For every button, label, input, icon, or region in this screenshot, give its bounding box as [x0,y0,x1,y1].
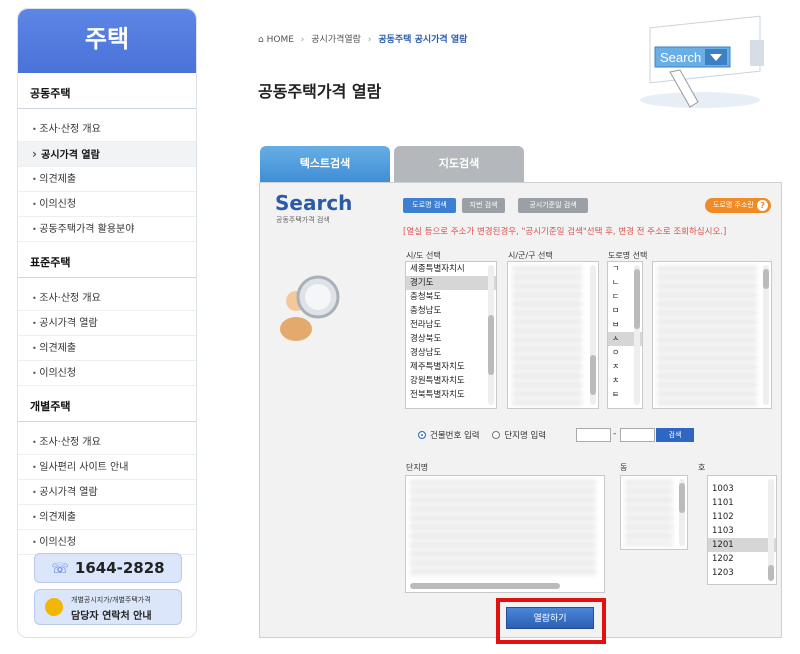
label-dong: 동 [620,463,628,472]
sidebar-item[interactable]: 의견제출 [18,336,196,361]
sido-list[interactable]: 세종특별자치시 경기도 충청북도 충청남도 전라남도 경상북도 경상남도 제주특별자치도 강원특… [405,261,497,409]
consonant-scrollbar[interactable] [634,265,640,405]
label-ho: 호 [698,463,706,472]
search-logo: Search [275,191,353,215]
complex-list[interactable] [405,475,605,593]
home-icon[interactable]: ⌂ [258,35,264,45]
help-icon: ? [757,200,768,211]
sidebar-item[interactable]: 의견제출 [18,505,196,530]
building-sub-number-input[interactable] [620,428,655,442]
radio-complex-name[interactable]: 단지명 입력 [492,431,546,441]
sido-option[interactable]: 경상남도 [406,346,496,360]
sigungu-scrollbar[interactable] [590,265,596,405]
ho-option[interactable]: 1101 [708,496,776,510]
sidebar-item[interactable]: 이의신청 [18,192,196,217]
open-button[interactable]: 열람하기 [506,607,594,629]
dong-list[interactable] [620,475,688,550]
sidebar-item[interactable]: 이의신청 [18,530,196,555]
sido-option[interactable]: 제주특별자치도 [406,360,496,374]
contact-line2: 담당자 연락처 안내 [71,611,152,622]
sidebar-item[interactable]: 의견제출 [18,167,196,192]
contact-info-button[interactable]: 개별공시지가/개별주택가격 담당자 연락처 안내 [34,589,182,625]
sidebar-group-title[interactable]: 표준주택 [18,248,196,278]
breadcrumb-home[interactable]: HOME [267,35,294,45]
sido-option[interactable]: 충청남도 [406,304,496,318]
phone-icon: ☏ [51,561,69,577]
search-panel: Search 공동주택가격 검색 도로명 검색 지번 검색 공시기준일 검색 도… [259,182,782,644]
consonant-list[interactable]: ㄱㄴㄷㅁㅂㅅㅇㅈㅊㅌ [607,261,643,409]
sidebar-item[interactable]: 이의신청 [18,361,196,386]
ho-option[interactable]: 1201 [708,538,776,552]
sidebar-item[interactable]: 공동주택가격 활용분야 [18,217,196,242]
number-dash: - [613,429,617,439]
sidebar-title: 주택 [18,9,196,73]
dong-scrollbar[interactable] [679,479,685,546]
sidebar-item[interactable]: 조사·산정 개요 [18,430,196,455]
ho-list[interactable]: 1003 1101 1102 1103 1201 1202 1203 [707,475,777,585]
person-icon [45,598,63,616]
ho-option[interactable]: 1003 [708,482,776,496]
breadcrumb-current: 공동주택 공시가격 열람 [378,35,468,45]
sidebar-item[interactable]: 조사·산정 개요 [18,117,196,142]
radio-building-number[interactable]: 건물번호 입력 [418,431,480,441]
ho-option[interactable]: 1102 [708,510,776,524]
sido-option[interactable]: 강원특별자치도 [406,374,496,388]
sido-option[interactable]: 경상북도 [406,332,496,346]
road-list[interactable] [652,261,772,409]
ho-scrollbar[interactable] [768,479,774,581]
contact-line1: 개별공시지가/개별주택가격 [71,596,151,604]
breadcrumb-level1[interactable]: 공시가격열람 [311,35,361,45]
label-road: 도로명 선택 [608,251,648,260]
label-complex: 단지명 [406,463,429,472]
sidebar-item[interactable]: 공시가격 열람 [18,311,196,336]
open-button-highlight: 열람하기 [496,598,606,644]
building-main-number-input[interactable] [576,428,611,442]
phone-number: 1644-2828 [74,559,165,577]
breadcrumb: ⌂ HOME › 공시가격열람 › 공동주택 공시가격 열람 [258,35,468,45]
road-address-guide-button[interactable]: 도로명 주소란? [705,198,771,213]
road-scrollbar[interactable] [763,265,769,405]
sidebar-group-title[interactable]: 공동주택 [18,79,196,109]
sido-scrollbar[interactable] [488,265,494,405]
notice-text: [열실 등으로 주소가 변경된경우, "공시기준일 검색"선택 후, 변경 전 … [403,227,727,237]
sidebar-item[interactable]: 공시가격 열람 [18,480,196,505]
ho-option[interactable]: 1103 [708,524,776,538]
date-search-button[interactable]: 공시기준일 검색 [518,198,588,213]
road-guide-label: 도로명 주소란 [713,201,754,209]
search-illustration: Search [640,15,764,108]
complex-hscrollbar[interactable] [410,583,560,589]
sido-option[interactable]: 충청북도 [406,290,496,304]
phone-box[interactable]: ☏ 1644-2828 [34,553,182,583]
svg-text:Search: Search [660,50,701,65]
sido-option[interactable]: 세종특별자치시 [406,262,496,276]
input-mode-radios: 건물번호 입력 단지명 입력 [418,429,546,441]
sidebar-item[interactable]: 공시가격 열람 [18,142,196,167]
sidebar: 주택 공동주택조사·산정 개요공시가격 열람의견제출이의신청공동주택가격 활용분… [17,8,197,638]
label-sigungu: 시/군/구 선택 [508,251,553,260]
sigungu-list[interactable] [507,261,599,409]
sido-option[interactable]: 전북특별자치도 [406,388,496,402]
sidebar-group-title[interactable]: 개별주택 [18,392,196,422]
ho-option[interactable]: 1202 [708,552,776,566]
sidebar-item[interactable]: 일사편리 사이트 안내 [18,455,196,480]
building-search-button[interactable]: 검색 [656,428,694,442]
tab-text-search[interactable]: 텍스트검색 [260,146,390,182]
page-title: 공동주택가격 열람 [258,82,382,101]
lot-search-button[interactable]: 지번 검색 [462,198,505,213]
search-logo-sub: 공동주택가격 검색 [276,216,330,224]
user-search-icon [280,275,340,341]
sidebar-item[interactable]: 조사·산정 개요 [18,286,196,311]
sido-option[interactable]: 전라남도 [406,318,496,332]
ho-option[interactable]: 1203 [708,566,776,580]
tab-map-search[interactable]: 지도검색 [394,146,524,182]
sido-option[interactable]: 경기도 [406,276,496,290]
label-sido: 시/도 선택 [406,251,441,260]
road-search-button[interactable]: 도로명 검색 [403,198,456,213]
